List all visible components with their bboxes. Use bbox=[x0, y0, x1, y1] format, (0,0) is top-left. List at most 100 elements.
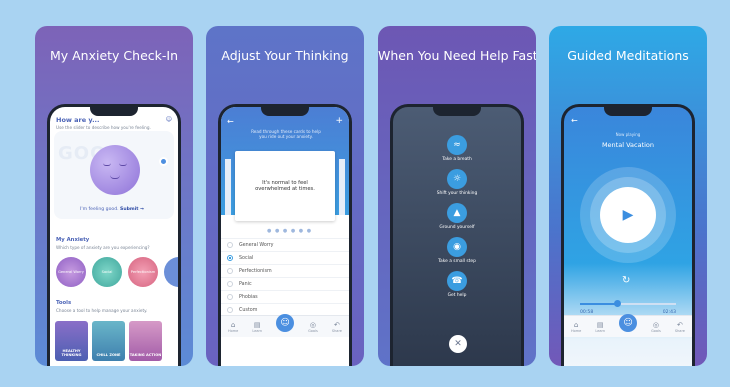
checkin-header: How are y... bbox=[56, 116, 100, 124]
radio-icon bbox=[227, 242, 233, 248]
book-icon: ▤ bbox=[596, 320, 604, 329]
phone-frame: ← + Read through these cards to help you… bbox=[218, 104, 352, 366]
checkin-screen: How are y... ☺ Use the slider to describ… bbox=[50, 107, 178, 366]
phone-frame: How are y... ☺ Use the slider to describ… bbox=[47, 104, 181, 366]
panel-thinking: Adjust Your Thinking ← + Read through th… bbox=[206, 26, 364, 366]
next-card[interactable] bbox=[339, 159, 345, 215]
tab-share[interactable]: ↶ Share bbox=[332, 321, 342, 333]
phone-notch bbox=[90, 107, 138, 116]
footsteps-icon: ◉ bbox=[447, 237, 467, 257]
play-icon: ▶ bbox=[622, 207, 634, 223]
book-icon: ▤ bbox=[253, 320, 261, 329]
my-anxiety-subtitle: Which type of anxiety are you experienci… bbox=[56, 245, 150, 250]
panel-title: My Anxiety Check-In bbox=[49, 48, 179, 63]
phone-frame: ← Now playing Mental Vacation ▶ ↻ 00:58 … bbox=[561, 104, 695, 366]
tab-home[interactable]: ⌂ Home bbox=[571, 321, 581, 333]
panel-title: When You Need Help Fast bbox=[378, 48, 536, 63]
help-screen: ≈ Take a breath ☼ Shift your thinking ▲ Gro… bbox=[393, 107, 521, 366]
option-label: Panic bbox=[239, 281, 252, 287]
submit-link[interactable]: Submit → bbox=[120, 207, 144, 212]
option-perfectionism[interactable]: Perfectionism bbox=[221, 264, 349, 277]
radio-icon bbox=[227, 307, 233, 313]
prev-card[interactable] bbox=[225, 159, 231, 215]
anxiety-type-more[interactable] bbox=[164, 257, 178, 287]
panel-help: When You Need Help Fast ≈ Take a breath ☼… bbox=[378, 26, 536, 366]
tab-bar: ⌂ Home ▤ Learn ☺ ◎ Goals ↶ Share bbox=[221, 313, 349, 337]
thinking-hint: Read through these cards to help you rid… bbox=[251, 129, 321, 139]
option-phobias[interactable]: Phobias bbox=[221, 290, 349, 303]
option-label: Social bbox=[239, 255, 254, 261]
tree-icon: ▲ bbox=[447, 203, 467, 223]
help-ground-yourself[interactable]: ▲ Ground yourself bbox=[393, 203, 521, 230]
now-playing-caption: Now playing bbox=[615, 132, 641, 137]
lightbulb-icon: ☼ bbox=[447, 169, 467, 189]
panel-title: Adjust Your Thinking bbox=[221, 48, 349, 63]
mood-slider-handle[interactable] bbox=[159, 157, 168, 166]
phone-notch bbox=[433, 107, 481, 116]
add-icon[interactable]: + bbox=[335, 116, 343, 126]
play-button[interactable]: ▶ bbox=[600, 187, 656, 243]
tool-taking-action[interactable]: TAKING ACTION bbox=[129, 321, 162, 361]
panel-meditation: Guided Meditations ← Now playing Mental … bbox=[549, 26, 707, 366]
anxiety-type-general[interactable]: General Worry bbox=[56, 257, 86, 287]
tools-subtitle: Choose a tool to help manage your anxiet… bbox=[56, 308, 148, 313]
my-anxiety-title: My Anxiety bbox=[56, 237, 90, 243]
progress-fill bbox=[580, 303, 616, 305]
share-icon: ↶ bbox=[676, 320, 683, 329]
phone-notch bbox=[604, 107, 652, 116]
progress-handle[interactable] bbox=[614, 300, 621, 307]
face-button-icon: ☺ bbox=[276, 313, 295, 332]
tool-chill-zone[interactable]: CHILL ZONE bbox=[92, 321, 125, 361]
tab-learn[interactable]: ▤ Learn bbox=[595, 321, 605, 333]
panel-title: Guided Meditations bbox=[567, 48, 689, 63]
anxiety-type-social[interactable]: Social bbox=[92, 257, 122, 287]
phone-notch bbox=[261, 107, 309, 116]
mood-card: GOOD I'm feeling good. Submit → bbox=[54, 131, 174, 219]
option-label: Custom bbox=[239, 307, 258, 313]
tab-goals[interactable]: ◎ Goals bbox=[651, 321, 661, 333]
tab-bar: ⌂ Home ▤ Learn ☺ ◎ Goals ↶ Share bbox=[564, 313, 692, 337]
profile-icon[interactable]: ☺ bbox=[166, 116, 172, 123]
feeling-line: I'm feeling good. Submit → bbox=[80, 207, 144, 212]
option-panic[interactable]: Panic bbox=[221, 277, 349, 290]
phone-frame: ≈ Take a breath ☼ Shift your thinking ▲ Gro… bbox=[390, 104, 524, 366]
meditation-title: Mental Vacation bbox=[601, 141, 655, 149]
mood-face-icon bbox=[90, 145, 140, 195]
help-shift-thinking[interactable]: ☼ Shift your thinking bbox=[393, 169, 521, 196]
radio-selected-icon bbox=[227, 255, 233, 261]
tool-healthy-thinking[interactable]: HEALTHY THINKING bbox=[55, 321, 88, 361]
meditation-screen: ← Now playing Mental Vacation ▶ ↻ 00:58 … bbox=[564, 107, 692, 366]
help-take-breath[interactable]: ≈ Take a breath bbox=[393, 135, 521, 162]
option-label: Phobias bbox=[239, 294, 258, 300]
replay-icon[interactable]: ↻ bbox=[622, 275, 630, 286]
tab-goals[interactable]: ◎ Goals bbox=[308, 321, 318, 333]
back-arrow-icon[interactable]: ← bbox=[227, 117, 234, 126]
thought-card[interactable]: It's normal to feel overwhelmed at times… bbox=[235, 151, 335, 221]
back-arrow-icon[interactable]: ← bbox=[571, 116, 578, 125]
share-icon: ↶ bbox=[333, 320, 340, 329]
tab-share[interactable]: ↶ Share bbox=[675, 321, 685, 333]
help-small-step[interactable]: ◉ Take a small step bbox=[393, 237, 521, 264]
radio-icon bbox=[227, 268, 233, 274]
option-label: Perfectionism bbox=[239, 268, 272, 274]
target-icon: ◎ bbox=[309, 320, 317, 329]
face-button-icon: ☺ bbox=[619, 313, 638, 332]
card-pagination: ● ● ● ● ● ● bbox=[267, 228, 313, 234]
radio-icon bbox=[227, 294, 233, 300]
option-general-worry[interactable]: General Worry bbox=[221, 238, 349, 251]
feeling-text: I'm feeling good. bbox=[80, 207, 119, 212]
phone-icon: ☎ bbox=[447, 271, 467, 291]
close-icon[interactable]: ✕ bbox=[449, 335, 467, 353]
option-label: General Worry bbox=[239, 242, 274, 248]
tab-checkin[interactable]: ☺ bbox=[276, 313, 295, 332]
option-social[interactable]: Social bbox=[221, 251, 349, 264]
help-get-help[interactable]: ☎ Get help bbox=[393, 271, 521, 298]
wind-icon: ≈ bbox=[447, 135, 467, 155]
checkin-subtitle: Use the slider to describe how you're fe… bbox=[56, 125, 151, 130]
home-icon: ⌂ bbox=[573, 320, 579, 329]
anxiety-type-perfectionism[interactable]: Perfectionism bbox=[128, 257, 158, 287]
tab-learn[interactable]: ▤ Learn bbox=[252, 321, 262, 333]
target-icon: ◎ bbox=[652, 320, 660, 329]
tab-home[interactable]: ⌂ Home bbox=[228, 321, 238, 333]
tab-checkin[interactable]: ☺ bbox=[619, 313, 638, 332]
